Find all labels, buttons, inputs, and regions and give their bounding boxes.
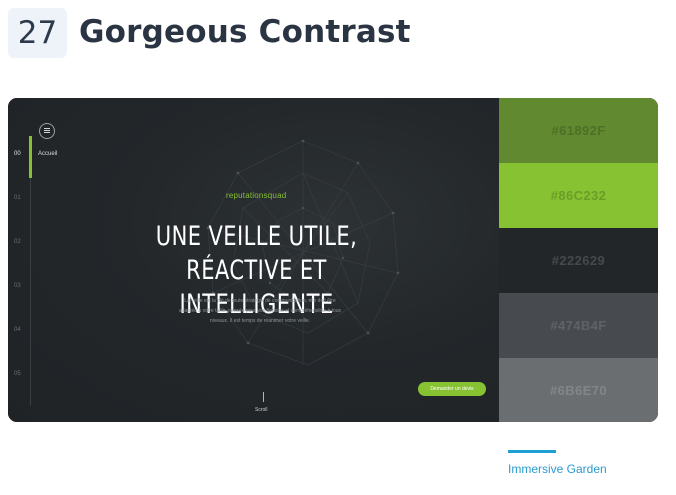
nav-item-00[interactable]: 00 <box>14 151 21 157</box>
intro-line-3: niveaux. Il est temps de réanimer votre … <box>209 318 311 324</box>
example-number: 27 <box>17 15 58 51</box>
nav-item-05[interactable]: 05 <box>14 371 21 377</box>
swatch-474b4f: #474B4F <box>499 293 658 358</box>
page-title: Gorgeous Contrast <box>79 14 411 50</box>
hero-intro-text: La veille est la clé de toute stratégie … <box>160 296 360 326</box>
swatch-6b6e70: #6B6E70 <box>499 358 658 422</box>
scroll-label[interactable]: Scroll <box>255 407 268 413</box>
menu-icon[interactable] <box>39 123 55 139</box>
nav-item-01[interactable]: 01 <box>14 195 21 201</box>
swatch-hex-label: #474B4F <box>550 318 607 333</box>
nav-item-02[interactable]: 02 <box>14 239 21 245</box>
request-quote-button[interactable]: Demander un devis <box>418 382 486 396</box>
swatch-222629: #222629 <box>499 228 658 293</box>
nav-item-accueil[interactable]: Accueil <box>38 151 57 157</box>
swatch-hex-label: #222629 <box>551 253 606 268</box>
nav-rail-active-indicator <box>29 136 32 178</box>
website-preview[interactable]: 00 Accueil 01 02 03 04 05 reputationsqua… <box>8 98 499 422</box>
color-palette: #61892F #86C232 #222629 #474B4F #6B6E70 <box>499 98 658 422</box>
credit-link[interactable]: Immersive Garden <box>508 462 607 476</box>
example-number-badge: 27 <box>8 8 67 58</box>
hero-headline-line-1: UNE VEILLE UTILE, <box>155 221 358 252</box>
swatch-61892f: #61892F <box>499 98 658 163</box>
swatch-hex-label: #6B6E70 <box>549 383 607 398</box>
intro-line-1: La veille est la clé de toute stratégie … <box>184 298 336 304</box>
nav-item-04[interactable]: 04 <box>14 327 21 333</box>
swatch-86c232: #86C232 <box>499 163 658 228</box>
swatch-hex-label: #61892F <box>551 123 606 138</box>
brand-logo[interactable]: reputationsquad <box>226 191 286 200</box>
showcase-card: 00 Accueil 01 02 03 04 05 reputationsqua… <box>8 98 658 422</box>
intro-line-2: adaptée à votre taille, pensée pour vos … <box>178 308 342 314</box>
credit-accent-bar <box>508 450 556 453</box>
nav-item-03[interactable]: 03 <box>14 283 21 289</box>
scroll-indicator-line <box>263 392 264 402</box>
swatch-hex-label: #86C232 <box>550 188 607 203</box>
